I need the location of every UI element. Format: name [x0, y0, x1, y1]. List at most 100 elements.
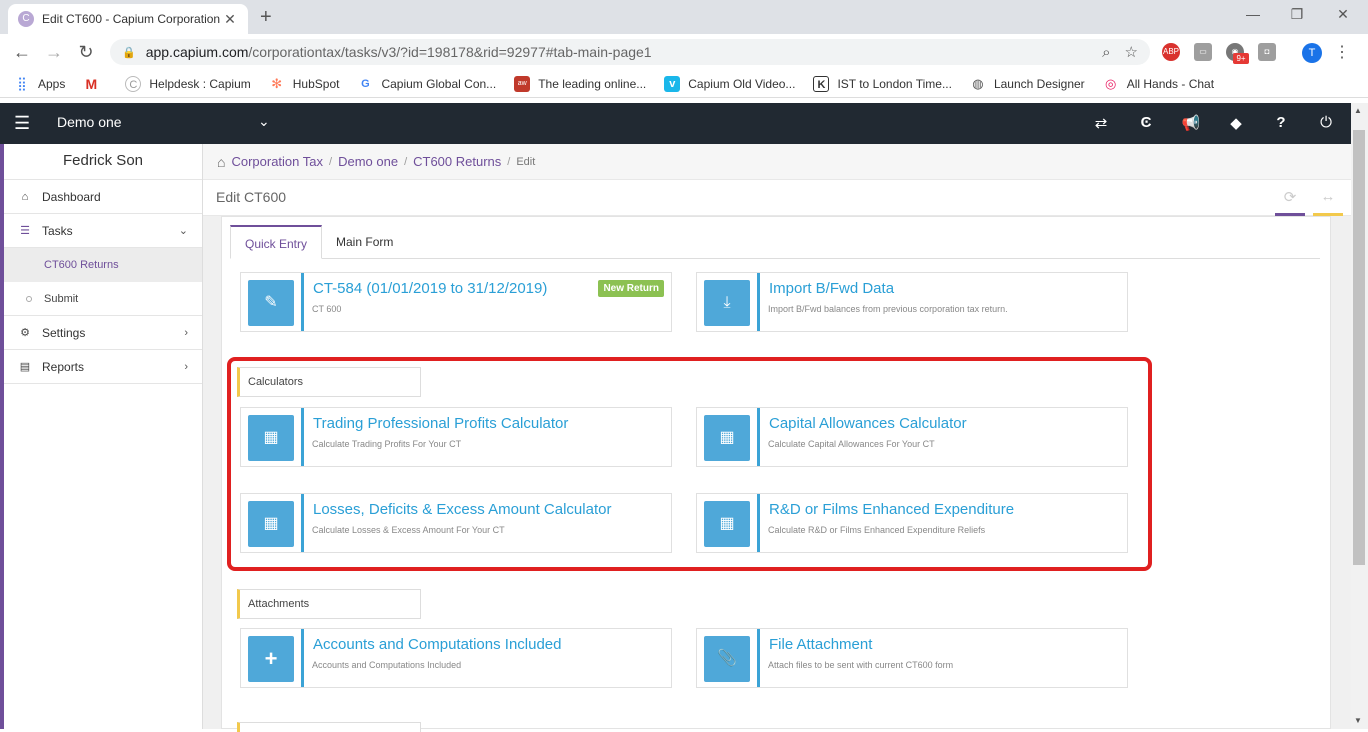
edit-icon: ✎ [248, 280, 294, 326]
new-tab-icon[interactable]: + [260, 6, 272, 29]
card-title[interactable]: Import B/Fwd Data [769, 280, 894, 297]
document-icon: ▤ [19, 361, 31, 373]
bookmark-ist-london[interactable]: K IST to London Time... [813, 75, 952, 92]
capium-logo-icon[interactable]: Ͼ [1136, 114, 1156, 131]
megaphone-icon[interactable]: 📢 [1181, 114, 1201, 132]
tab-main-form[interactable]: Main Form [322, 225, 407, 258]
timezone-icon: K [813, 75, 830, 92]
attachments-section-label: Attachments [237, 589, 421, 619]
aw-icon: aw [514, 75, 531, 92]
scroll-down-icon[interactable]: ▼ [1354, 716, 1362, 725]
expand-arrows-icon[interactable]: ↔ [1313, 188, 1343, 216]
switch-arrows-icon[interactable]: ⇄ [1091, 114, 1111, 132]
page-header: Edit CT600 ⟳ ↔ [203, 180, 1351, 216]
scroll-up-icon[interactable]: ▲ [1354, 106, 1362, 115]
file-attachment-card[interactable]: 📎 File Attachment Attach files to be sen… [696, 628, 1128, 688]
card-title[interactable]: File Attachment [769, 636, 872, 653]
client-selector[interactable]: Demo one [57, 114, 122, 130]
forward-icon[interactable]: → [44, 42, 64, 62]
vimeo-icon: v [664, 75, 681, 92]
apps-grid-icon: ⣿ [17, 75, 27, 91]
capium-favicon-icon: C [18, 11, 34, 27]
lock-icon: 🔒 [122, 46, 136, 59]
bookmarks-bar: ⣿ Apps M C Helpdesk : Capium ✻ HubSpot G Cap… [0, 70, 1368, 98]
scrollbar-thumb[interactable] [1353, 130, 1365, 565]
home-icon: ⌂ [21, 190, 29, 203]
breadcrumb: ⌂ Corporation Tax / Demo one / CT600 Ret… [203, 144, 1351, 180]
card-subtitle: CT 600 [312, 304, 342, 314]
bookmark-old-video[interactable]: v Capium Old Video... [664, 75, 795, 92]
paperclip-icon: 📎 [704, 636, 750, 682]
sidebar-item-tasks[interactable]: ☰ Tasks ⌄ [4, 214, 202, 248]
card-title[interactable]: Accounts and Computations Included [313, 636, 562, 653]
import-card[interactable]: ⤓ Import B/Fwd Data Import B/Fwd balance… [696, 272, 1128, 332]
browser-tab[interactable]: C Edit CT600 - Capium Corporation ✕ [8, 4, 248, 34]
bullet-icon [26, 295, 32, 302]
breadcrumb-corporation-tax[interactable]: Corporation Tax [231, 154, 323, 169]
sidebar-item-ct600-returns[interactable]: CT600 Returns [4, 248, 202, 282]
sidebar-item-settings[interactable]: ⚙ Settings › [4, 316, 202, 350]
power-icon[interactable]: ⏻ [1316, 114, 1336, 131]
sidebar-user-name: Fedrick Son [4, 144, 202, 180]
ticket-icon[interactable]: ◆ [1226, 114, 1246, 132]
bookmark-helpdesk[interactable]: C Helpdesk : Capium [125, 75, 251, 92]
tab-close-icon[interactable]: ✕ [222, 11, 238, 28]
next-section-label [237, 722, 421, 732]
browser-tab-title: Edit CT600 - Capium Corporation [42, 12, 221, 26]
adblock-extension-icon[interactable]: ABP [1162, 43, 1180, 61]
tab-quick-entry[interactable]: Quick Entry [230, 225, 323, 259]
sidebar-item-dashboard[interactable]: ⌂ Dashboard [4, 180, 202, 214]
bookmark-launch-designer[interactable]: ◍ Launch Designer [970, 75, 1084, 92]
google-icon: G [361, 77, 370, 90]
breadcrumb-client[interactable]: Demo one [338, 154, 398, 169]
breadcrumb-edit: Edit [516, 155, 536, 168]
bookmark-capium-global[interactable]: G Capium Global Con... [357, 76, 496, 92]
browser-menu-icon[interactable]: ⋮ [1334, 42, 1350, 62]
home-icon[interactable]: ⌂ [217, 154, 225, 170]
url-host: app.capium.com [145, 44, 249, 60]
tasks-list-icon: ☰ [20, 225, 30, 237]
minimize-icon[interactable]: — [1243, 6, 1263, 22]
extension-icon[interactable]: ▭ [1194, 43, 1212, 61]
chevron-right-icon: › [184, 360, 188, 373]
globe-icon: ◍ [972, 75, 984, 91]
url-bar[interactable]: 🔒 app.capium.com/corporationtax/tasks/v3… [110, 39, 1150, 65]
refresh-icon[interactable]: ⟳ [1275, 188, 1305, 216]
profile-avatar[interactable]: T [1302, 43, 1322, 63]
address-toolbar: ← → ↻ 🔒 app.capium.com/corporationtax/ta… [0, 34, 1368, 70]
return-card[interactable]: ✎ CT-584 (01/01/2019 to 31/12/2019) CT 6… [240, 272, 672, 332]
bookmark-apps[interactable]: ⣿ Apps [14, 76, 65, 92]
card-subtitle: Attach files to be sent with current CT6… [768, 660, 954, 670]
back-icon[interactable]: ← [12, 42, 32, 62]
accounts-computations-card[interactable]: + Accounts and Computations Included Acc… [240, 628, 672, 688]
sidebar: Fedrick Son ⌂ Dashboard ☰ Tasks ⌄ CT600 … [0, 144, 203, 729]
sidebar-item-reports[interactable]: ▤ Reports › [4, 350, 202, 384]
hamburger-menu-icon[interactable]: ☰ [14, 113, 30, 134]
chevron-down-icon: ⌄ [178, 225, 188, 237]
bookmark-all-hands[interactable]: ◎ All Hands - Chat [1103, 76, 1214, 92]
reload-icon[interactable]: ↻ [76, 42, 96, 62]
chat-icon: ◎ [1105, 75, 1117, 91]
tab-list: Quick Entry Main Form [230, 225, 1320, 259]
sidebar-item-submit[interactable]: Submit [4, 282, 202, 316]
help-icon[interactable]: ? [1271, 114, 1291, 131]
app-header: ☰ Demo one ⌄ ⇄ Ͼ 📢 ◆ ? ⏻ [0, 103, 1351, 144]
chevron-right-icon: › [184, 326, 188, 339]
bookmark-hubspot[interactable]: ✻ HubSpot [269, 75, 339, 92]
hubspot-icon: ✻ [271, 75, 283, 91]
gear-icon: ⚙ [20, 327, 30, 339]
card-title[interactable]: CT-584 (01/01/2019 to 31/12/2019) [313, 280, 547, 297]
window-close-icon[interactable]: ✕ [1333, 6, 1353, 23]
calculators-highlight-box [227, 357, 1152, 571]
camera-extension-icon[interactable]: ◘ [1258, 43, 1276, 61]
download-icon: ⤓ [704, 280, 750, 326]
bookmark-leading-online[interactable]: aw The leading online... [514, 75, 646, 92]
chevron-down-icon[interactable]: ⌄ [258, 113, 270, 130]
restore-icon[interactable]: ❐ [1287, 6, 1307, 23]
bookmark-gmail[interactable]: M [83, 76, 107, 92]
new-return-badge: New Return [598, 280, 664, 297]
breadcrumb-ct600-returns[interactable]: CT600 Returns [413, 154, 501, 169]
bookmark-star-icon[interactable]: ☆ [1125, 43, 1138, 61]
zoom-icon[interactable]: ⌕ [1102, 44, 1110, 61]
page-title: Edit CT600 [216, 189, 287, 205]
